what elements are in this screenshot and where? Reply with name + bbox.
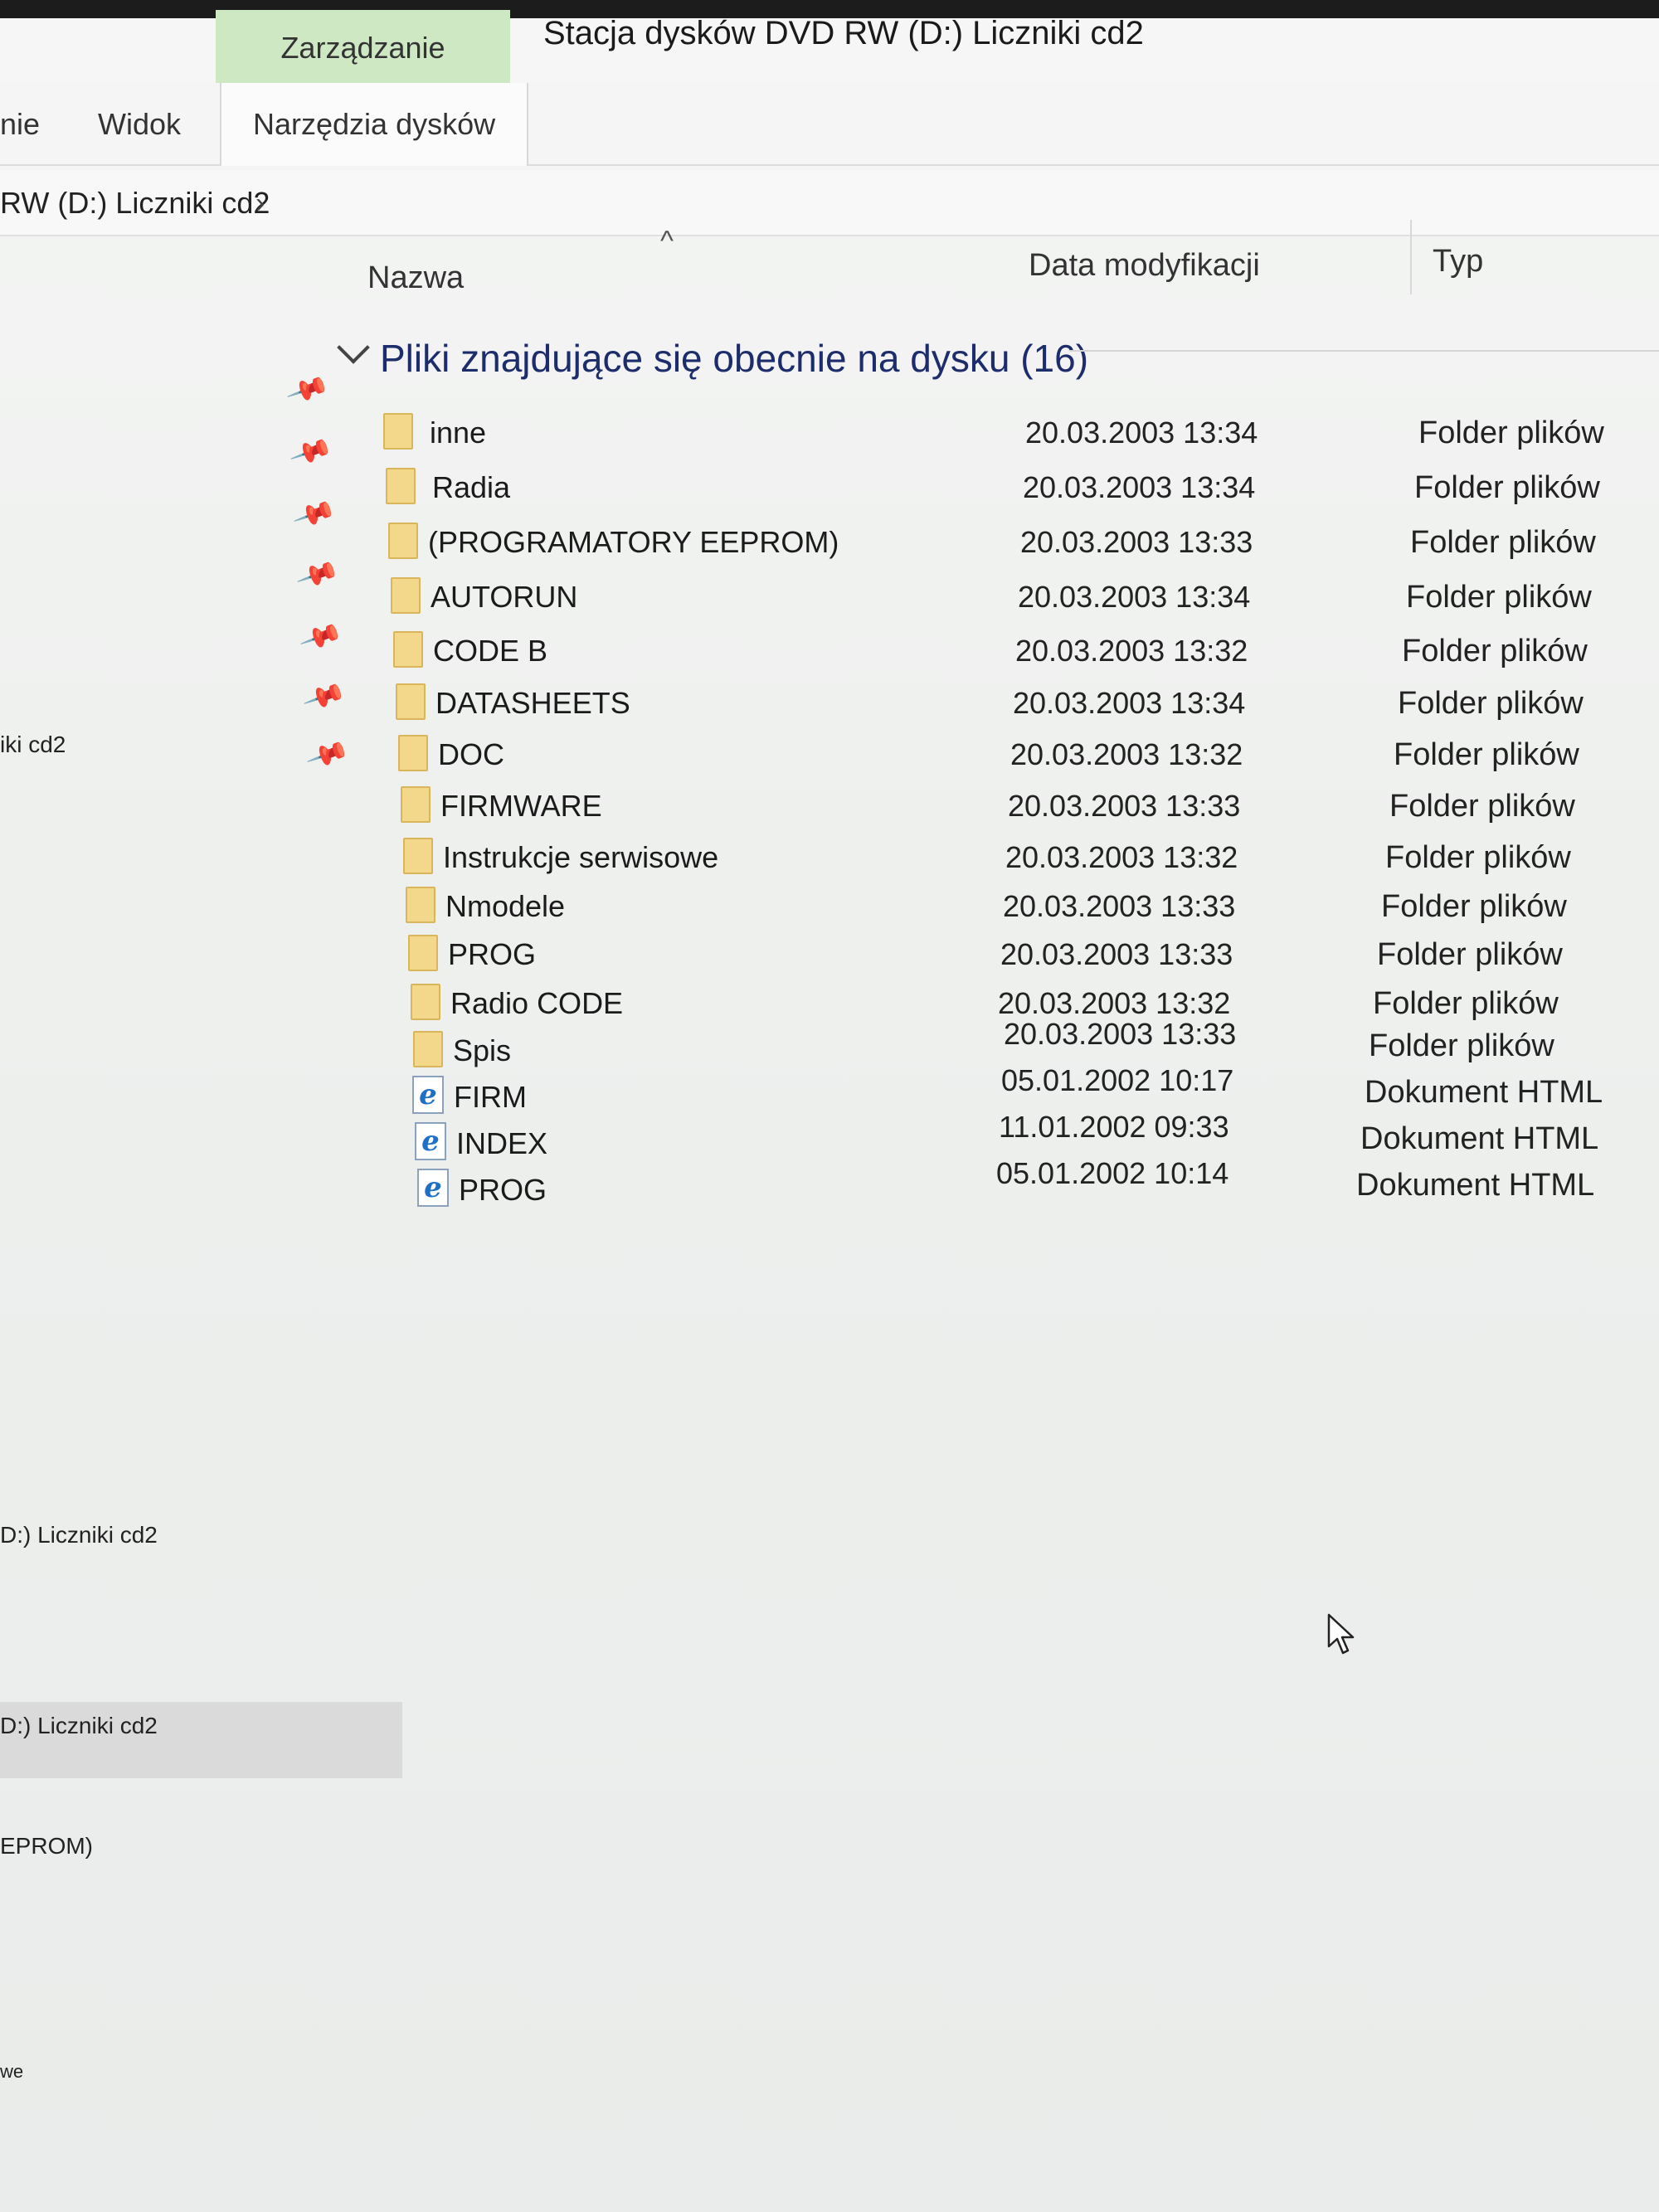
file-type: Folder plików — [1402, 634, 1588, 668]
html-document-icon: e — [417, 1169, 449, 1207]
file-date: 20.03.2003 13:34 — [1013, 686, 1246, 720]
group-header[interactable]: Pliki znajdujące się obecnie na dysku (1… — [380, 325, 1088, 391]
file-row[interactable]: CODE B 20.03.2003 13:32 Folder plików — [0, 626, 1659, 676]
pin-icon[interactable]: 📌 — [285, 367, 331, 412]
file-type: Folder plików — [1389, 789, 1575, 824]
mouse-pointer-icon — [1327, 1613, 1355, 1655]
group-divider — [1070, 350, 1659, 352]
folder-icon — [391, 577, 421, 614]
folder-icon — [393, 631, 423, 668]
file-row[interactable]: e PROG 05.01.2002 10:14 Dokument HTML — [0, 1156, 1659, 1215]
file-date: 20.03.2003 13:34 — [1018, 580, 1251, 614]
file-explorer-window: Zarządzanie Stacja dysków DVD RW (D:) Li… — [0, 0, 1659, 2212]
column-header-name[interactable]: Nazwa — [367, 236, 464, 319]
file-date: 05.01.2002 10:14 — [996, 1156, 1229, 1190]
file-row[interactable]: (PROGRAMATORY EEPROM) 20.03.2003 13:33 F… — [0, 518, 1659, 567]
file-name: Instrukcje serwisowe — [443, 840, 719, 874]
column-divider[interactable] — [1410, 220, 1412, 294]
file-row[interactable]: FIRMWARE 20.03.2003 13:33 Folder plików — [0, 781, 1659, 831]
file-name: PROG — [459, 1173, 547, 1207]
file-type: Dokument HTML — [1365, 1075, 1603, 1110]
file-type: Folder plików — [1414, 470, 1600, 505]
folder-icon — [401, 786, 431, 823]
file-type: Folder plików — [1377, 937, 1563, 972]
file-type: Folder plików — [1418, 416, 1604, 450]
html-document-icon: e — [415, 1122, 446, 1160]
file-date: 05.01.2002 10:17 — [1001, 1063, 1234, 1097]
file-date: 20.03.2003 13:32 — [1015, 634, 1248, 668]
html-document-icon: e — [412, 1076, 444, 1114]
nav-item-recent-3[interactable]: EPROM) — [0, 1833, 93, 1860]
folder-icon — [408, 935, 438, 971]
folder-icon — [386, 468, 416, 504]
column-header-type[interactable]: Typ — [1433, 220, 1483, 303]
file-type: Dokument HTML — [1360, 1121, 1599, 1156]
sort-ascending-icon: ^ — [660, 226, 674, 257]
file-name: DOC — [438, 737, 504, 771]
file-name: inne — [430, 416, 487, 450]
tab-share[interactable]: nie — [0, 83, 40, 166]
breadcrumb-chevron-icon[interactable]: › — [255, 170, 265, 236]
file-date: 20.03.2003 13:34 — [1023, 470, 1256, 504]
file-name: Nmodele — [445, 889, 566, 923]
file-type: Folder plików — [1385, 840, 1571, 875]
column-header-date-modified[interactable]: Data modyfikacji — [1029, 224, 1260, 307]
file-row[interactable]: DATASHEETS 20.03.2003 13:34 Folder plikó… — [0, 678, 1659, 728]
folder-icon — [383, 413, 413, 450]
file-row[interactable]: Radia 20.03.2003 13:34 Folder plików — [0, 463, 1659, 513]
file-row[interactable]: AUTORUN 20.03.2003 13:34 Folder plików — [0, 572, 1659, 622]
file-type: Folder plików — [1410, 525, 1596, 560]
file-type: Dokument HTML — [1356, 1168, 1595, 1203]
folder-icon — [406, 887, 435, 923]
nav-item-recent-1[interactable]: D:) Liczniki cd2 — [0, 1522, 158, 1548]
folder-icon — [396, 683, 426, 720]
folder-icon — [388, 523, 418, 559]
file-row[interactable]: Nmodele 20.03.2003 13:33 Folder plików — [0, 882, 1659, 931]
file-type: Folder plików — [1394, 737, 1579, 772]
file-date: 20.03.2003 13:34 — [1025, 416, 1258, 450]
file-date: 20.03.2003 13:32 — [1010, 737, 1243, 771]
file-row[interactable]: inne 20.03.2003 13:34 Folder plików — [0, 408, 1659, 458]
file-date: 20.03.2003 13:33 — [1008, 789, 1241, 823]
window-title: Stacja dysków DVD RW (D:) Liczniki cd2 — [543, 15, 1144, 51]
tab-view[interactable]: Widok — [98, 83, 181, 166]
file-type: Folder plików — [1369, 1028, 1554, 1063]
manage-contextual-tab[interactable]: Zarządzanie — [216, 10, 510, 86]
file-date: 20.03.2003 13:33 — [1000, 937, 1233, 971]
file-date: 20.03.2003 13:33 — [1020, 525, 1253, 559]
file-row[interactable]: DOC 20.03.2003 13:32 Folder plików — [0, 730, 1659, 780]
folder-icon — [403, 838, 433, 874]
folder-icon — [411, 984, 440, 1020]
folder-icon — [398, 735, 428, 771]
file-date: 20.03.2003 13:33 — [1003, 889, 1236, 923]
file-row[interactable]: PROG 20.03.2003 13:33 Folder plików — [0, 930, 1659, 980]
file-name: Radio CODE — [450, 986, 624, 1020]
file-name: INDEX — [456, 1126, 548, 1160]
file-name: Spis — [453, 1033, 512, 1067]
nav-item-recent-4[interactable]: we — [0, 2061, 23, 2083]
file-date: 20.03.2003 13:32 — [1005, 840, 1238, 874]
tab-drive-tools[interactable]: Narzędzia dysków — [220, 83, 529, 166]
file-date: 11.01.2002 09:33 — [999, 1110, 1229, 1144]
file-name: PROG — [448, 937, 537, 971]
file-type: Folder plików — [1398, 686, 1584, 721]
file-type: Folder plików — [1406, 580, 1592, 615]
file-name: (PROGRAMATORY EEPROM) — [428, 525, 839, 559]
folder-icon — [413, 1031, 443, 1067]
file-date: 20.03.2003 13:33 — [1004, 1017, 1237, 1051]
collapse-group-chevron-icon[interactable] — [337, 331, 370, 364]
file-name: FIRMWARE — [440, 789, 602, 823]
file-row[interactable]: Instrukcje serwisowe 20.03.2003 13:32 Fo… — [0, 833, 1659, 882]
file-name: CODE B — [433, 634, 548, 668]
nav-item-recent-2[interactable]: D:) Liczniki cd2 — [0, 1713, 158, 1739]
ribbon-tab-bar: nie Widok Narzędzia dysków — [0, 83, 1659, 166]
file-name: Radia — [432, 470, 511, 504]
file-name: DATASHEETS — [435, 686, 630, 720]
breadcrumb[interactable]: RW (D:) Liczniki cd2 — [0, 170, 270, 236]
file-name: FIRM — [454, 1080, 527, 1114]
file-type: Folder plików — [1381, 889, 1567, 924]
file-name: AUTORUN — [431, 580, 578, 614]
